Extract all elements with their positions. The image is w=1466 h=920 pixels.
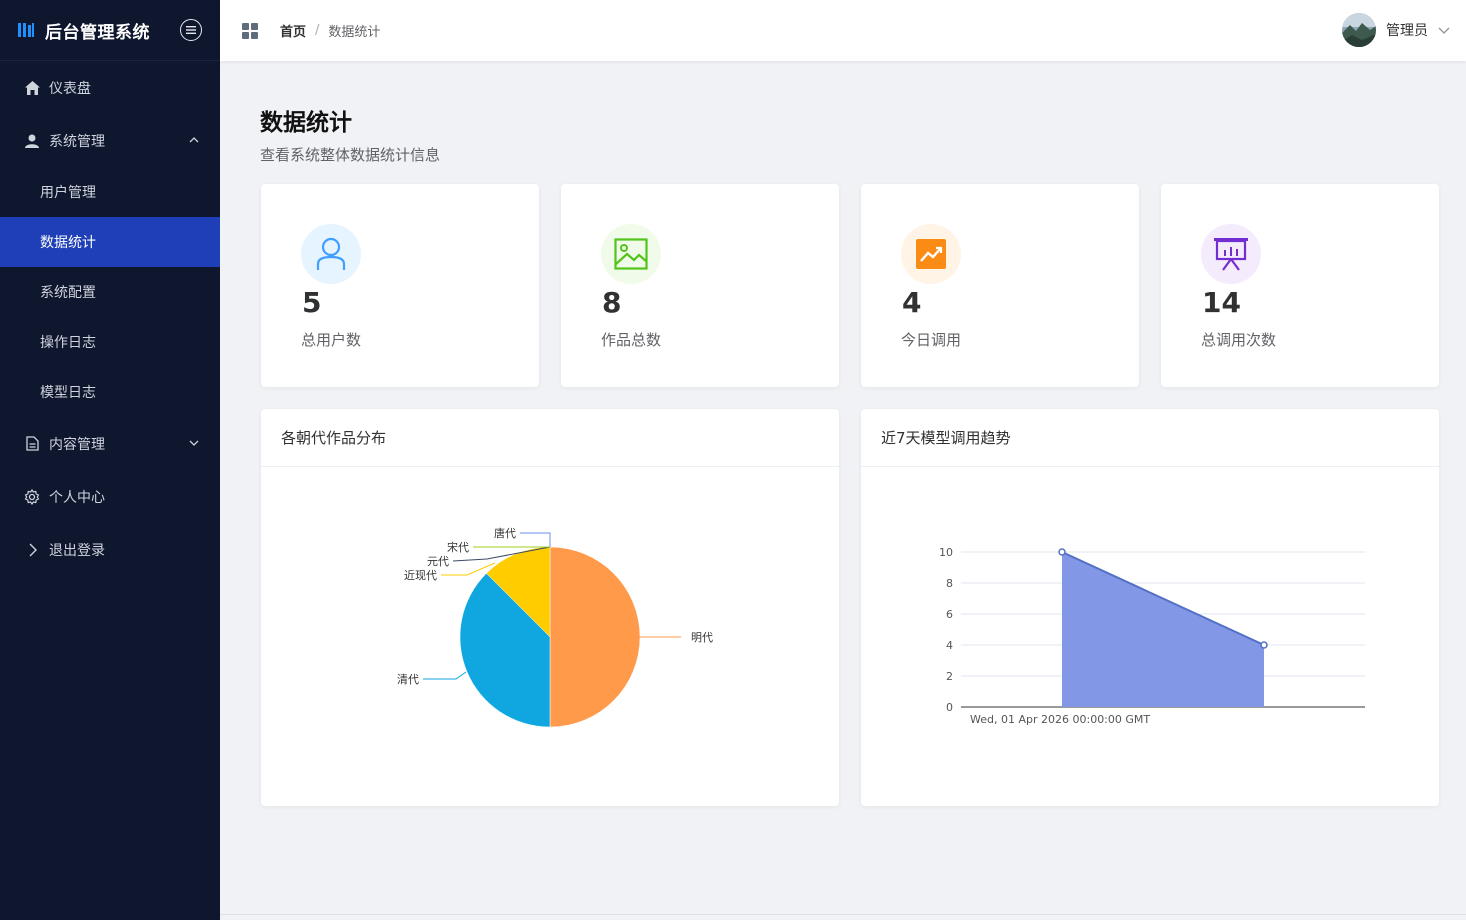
y-tick-label: 6 xyxy=(946,608,953,621)
trend-chart-icon xyxy=(916,239,946,269)
sidebar-item-content[interactable]: 内容管理 xyxy=(0,417,220,470)
collapse-menu-button[interactable] xyxy=(180,19,202,41)
chart-title: 近7天模型调用趋势 xyxy=(861,409,1439,467)
sidebar-item-profile[interactable]: 个人中心 xyxy=(0,470,220,523)
sidebar-item-modellog[interactable]: 模型日志 xyxy=(0,367,220,417)
data-point[interactable] xyxy=(1058,548,1066,556)
sidebar-item-config[interactable]: 系统配置 xyxy=(0,267,220,317)
sidebar: 后台管理系统 仪表盘 系统管理 用户管理 数据统计 系统配置 操作日志 模型日志… xyxy=(0,0,220,920)
sidebar-item-stats[interactable]: 数据统计 xyxy=(0,217,220,267)
sidebar-item-dashboard[interactable]: 仪表盘 xyxy=(0,61,220,114)
pie-label: 元代 xyxy=(427,555,449,568)
x-tick-label: Wed, 01 Apr 2026 00:00:00 GMT xyxy=(970,713,1150,726)
pie-label: 清代 xyxy=(397,673,419,686)
user-dropdown[interactable]: 管理员 xyxy=(1342,13,1450,47)
pie-label-line xyxy=(520,532,551,547)
breadcrumb-home[interactable]: 首页 xyxy=(280,21,306,40)
pie-label-line xyxy=(423,671,467,680)
stat-label: 总调用次数 xyxy=(1201,331,1277,349)
data-point[interactable] xyxy=(1260,641,1268,649)
document-icon xyxy=(25,436,39,451)
y-tick-label: 0 xyxy=(946,701,953,714)
avatar-image xyxy=(1342,13,1376,47)
gear-icon xyxy=(24,488,40,505)
pie-chart[interactable]: 明代清代 近现代元代宋代 唐代 xyxy=(261,467,839,806)
stat-value: 14 xyxy=(1202,286,1241,319)
sidebar-item-label: 内容管理 xyxy=(49,436,105,453)
chevron-up-icon xyxy=(189,137,199,143)
breadcrumb-separator: / xyxy=(315,23,320,38)
presentation-icon xyxy=(1214,238,1248,271)
line-chart-card: 近7天模型调用趋势 0 2 4 6 8 10 Wed, 01 Apr 2026 00:00:… xyxy=(861,409,1439,806)
chevron-down-icon xyxy=(189,440,199,446)
stat-card-works: 8 作品总数 xyxy=(561,184,839,387)
stat-card-total-calls: 14 总调用次数 xyxy=(1161,184,1439,387)
y-tick-label: 8 xyxy=(946,577,953,590)
stat-value: 8 xyxy=(602,286,622,319)
footer-divider xyxy=(220,914,1466,915)
stat-value: 4 xyxy=(902,286,922,319)
page-subtitle: 查看系统整体数据统计信息 xyxy=(260,146,441,164)
user-name[interactable]: 管理员 xyxy=(1386,20,1428,40)
y-tick-label: 4 xyxy=(946,639,953,652)
page-title: 数据统计 xyxy=(260,110,352,136)
home-icon xyxy=(24,80,40,95)
pie-label: 明代 xyxy=(691,631,713,644)
main-content: 数据统计 查看系统整体数据统计信息 5 总用户数 8 作品总数 4 今日调用 1… xyxy=(220,61,1466,920)
stat-label: 作品总数 xyxy=(601,331,662,349)
grid-icon[interactable] xyxy=(242,23,258,39)
avatar[interactable] xyxy=(1342,13,1376,47)
sidebar-menu: 仪表盘 系统管理 用户管理 数据统计 系统配置 操作日志 模型日志 内容管理 个… xyxy=(0,61,220,576)
stat-icon-wrap xyxy=(1201,224,1261,284)
pie-label: 宋代 xyxy=(447,540,469,554)
stat-icon-wrap xyxy=(301,224,361,284)
stat-icon-wrap xyxy=(901,224,961,284)
sidebar-item-label: 个人中心 xyxy=(49,489,105,506)
stat-value: 5 xyxy=(302,286,322,319)
y-tick-label: 10 xyxy=(939,546,953,559)
pie-label: 唐代 xyxy=(494,526,516,540)
stat-card-today-calls: 4 今日调用 xyxy=(861,184,1139,387)
y-tick-label: 2 xyxy=(946,670,953,683)
menu-fold-icon xyxy=(186,26,196,34)
sidebar-item-system[interactable]: 系统管理 xyxy=(0,114,220,167)
sidebar-item-oplog[interactable]: 操作日志 xyxy=(0,317,220,367)
sidebar-item-users[interactable]: 用户管理 xyxy=(0,167,220,217)
pie-label: 近现代 xyxy=(404,569,437,582)
breadcrumb: 首页 / 数据统计 xyxy=(280,21,380,40)
line-chart[interactable]: 0 2 4 6 8 10 Wed, 01 Apr 2026 00:00:00 GMT xyxy=(861,467,1439,806)
chevron-down-icon[interactable] xyxy=(1438,24,1450,36)
chart-title: 各朝代作品分布 xyxy=(261,409,839,467)
stat-card-users: 5 总用户数 xyxy=(261,184,539,387)
sidebar-item-logout[interactable]: 退出登录 xyxy=(0,523,220,576)
sidebar-item-label: 退出登录 xyxy=(49,542,105,559)
sidebar-item-label: 系统管理 xyxy=(49,133,105,150)
pie-chart-card: 各朝代作品分布 明代清代 近现代 元代 宋代 唐代 xyxy=(261,409,839,806)
pie-slice[interactable] xyxy=(549,546,641,728)
brand-title: 后台管理系统 xyxy=(45,22,150,43)
chevron-right-icon xyxy=(29,543,37,556)
logo-icon xyxy=(18,23,34,37)
area-fill xyxy=(1062,552,1264,707)
stat-icon-wrap xyxy=(601,224,661,284)
breadcrumb-current: 数据统计 xyxy=(328,25,381,40)
user-icon xyxy=(316,237,346,270)
stat-label: 总用户数 xyxy=(301,331,362,349)
user-icon xyxy=(25,134,39,148)
sidebar-item-label: 仪表盘 xyxy=(49,80,91,97)
picture-icon xyxy=(614,238,648,270)
stat-label: 今日调用 xyxy=(901,331,962,349)
top-header: 首页 / 数据统计 管理员 xyxy=(220,0,1466,61)
